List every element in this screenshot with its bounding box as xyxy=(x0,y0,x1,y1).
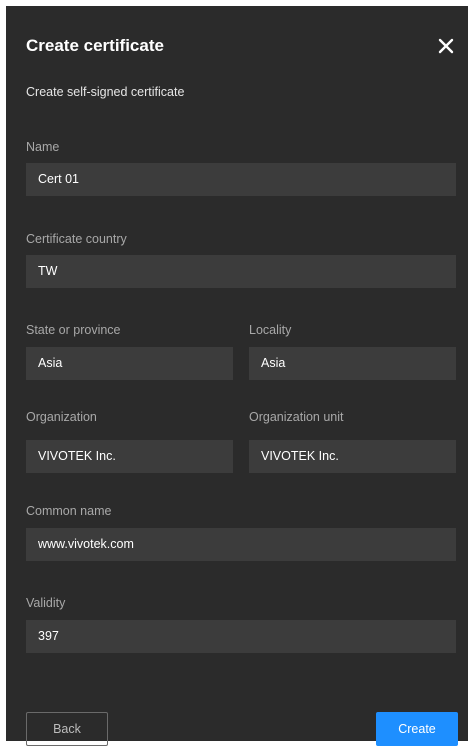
country-field[interactable]: TW xyxy=(26,255,456,288)
state-field[interactable]: Asia xyxy=(26,347,233,380)
validity-field[interactable]: 397 xyxy=(26,620,456,653)
name-field[interactable]: Cert 01 xyxy=(26,163,456,196)
validity-label: Validity xyxy=(26,596,66,610)
state-label: State or province xyxy=(26,323,121,337)
name-label: Name xyxy=(26,140,60,154)
dialog-title: Create certificate xyxy=(26,36,164,55)
close-icon[interactable] xyxy=(434,34,458,58)
org-unit-label: Organization unit xyxy=(249,410,344,424)
back-button[interactable]: Back xyxy=(26,712,108,746)
create-button[interactable]: Create xyxy=(376,712,458,746)
organization-label: Organization xyxy=(26,410,97,424)
common-name-label: Common name xyxy=(26,504,112,518)
locality-label: Locality xyxy=(249,323,292,337)
dialog-subtitle: Create self-signed certificate xyxy=(26,85,185,99)
common-name-field[interactable]: www.vivotek.com xyxy=(26,528,456,561)
organization-field[interactable]: VIVOTEK Inc. xyxy=(26,440,233,473)
create-certificate-dialog: Create certificate Create self-signed ce… xyxy=(6,6,468,746)
org-unit-field[interactable]: VIVOTEK Inc. xyxy=(249,440,456,473)
country-label: Certificate country xyxy=(26,232,127,246)
locality-field[interactable]: Asia xyxy=(249,347,456,380)
